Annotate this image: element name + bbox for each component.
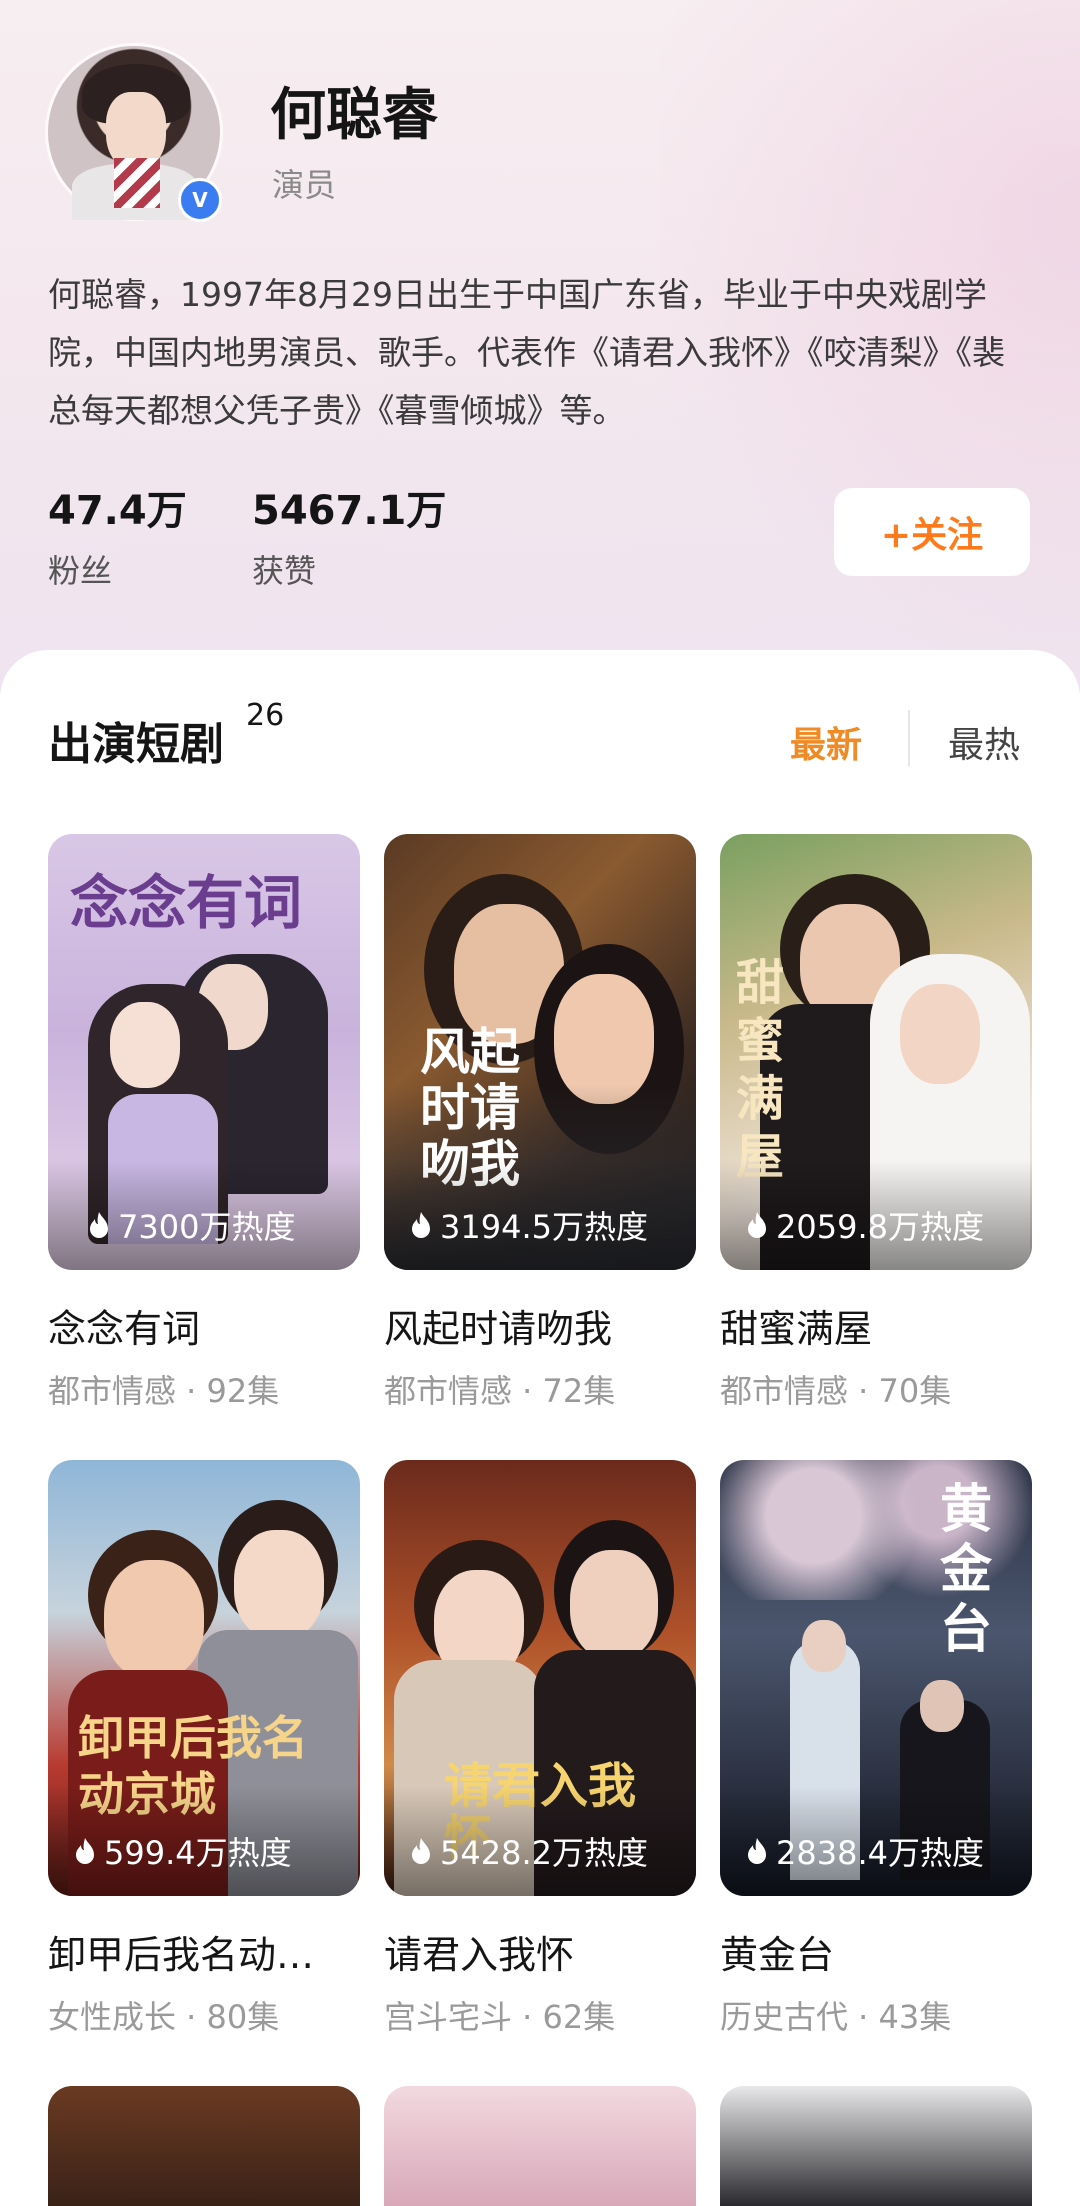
section-count: 26 [246, 698, 285, 733]
drama-poster[interactable]: 甜蜜满屋 2059.8万热度 [720, 834, 1032, 1270]
drama-title[interactable]: 甜蜜满屋 [720, 1298, 1032, 1353]
flame-icon [90, 1212, 108, 1238]
sort-tab-newest[interactable]: 最新 [790, 716, 862, 768]
likes-count: 5467.1万 [252, 488, 447, 534]
heat-row: 3194.5万热度 [410, 1202, 648, 1248]
heat-value: 2838.4万热度 [776, 1834, 984, 1872]
fans-label: 粉丝 [48, 552, 113, 590]
drama-poster-partial[interactable] [720, 2086, 1032, 2206]
heat-value: 599.4万热度 [104, 1834, 292, 1872]
sort-divider [908, 710, 910, 766]
heat-row: 2838.4万热度 [746, 1828, 984, 1874]
profile-role: 演员 [272, 166, 337, 204]
drama-card[interactable]: 卸甲后我名动京城 599.4万热度 卸甲后我名动… 女性成长 · 80集 [48, 1460, 360, 2036]
drama-meta: 历史古代 · 43集 [720, 1998, 952, 2036]
drama-meta: 都市情感 · 72集 [384, 1372, 616, 1410]
profile-bio: 何聪睿，1997年8月29日出生于中国广东省，毕业于中央戏剧学院，中国内地男演员… [48, 275, 1005, 430]
drama-poster[interactable]: 风起时请吻我 3194.5万热度 [384, 834, 696, 1270]
drama-card[interactable]: 黄金台 2838.4万热度 黄金台 历史古代 · 43集 [720, 1460, 1032, 2036]
profile-name: 何聪睿 [270, 83, 438, 148]
drama-poster[interactable]: 黄金台 2838.4万热度 [720, 1460, 1032, 1896]
flame-icon [748, 1838, 766, 1864]
follow-button[interactable]: +关注 [834, 488, 1030, 576]
drama-meta: 都市情感 · 92集 [48, 1372, 280, 1410]
section-title: 出演短剧 [48, 719, 224, 770]
drama-list-panel: 出演短剧 26 最新 最热 念念有词 7300万热度 念念有词 都市情感 · 9… [0, 650, 1080, 2206]
drama-meta: 宫斗宅斗 · 62集 [384, 1998, 616, 2036]
heat-value: 5428.2万热度 [440, 1834, 648, 1872]
drama-poster-partial[interactable] [384, 2086, 696, 2206]
flame-icon [748, 1212, 766, 1238]
poster-title-text: 黄金台 [940, 1479, 993, 1660]
likes-label: 获赞 [252, 552, 317, 590]
poster-title-text: 念念有词 [70, 869, 303, 937]
drama-title[interactable]: 卸甲后我名动… [48, 1924, 360, 1979]
sort-tab-hottest[interactable]: 最热 [948, 716, 1020, 768]
fans-count: 47.4万 [48, 488, 187, 534]
flame-icon [76, 1838, 94, 1864]
flame-icon [412, 1212, 430, 1238]
heat-value: 2059.8万热度 [776, 1208, 984, 1246]
drama-meta: 女性成长 · 80集 [48, 1998, 280, 2036]
heat-row: 599.4万热度 [74, 1828, 292, 1874]
heat-value: 3194.5万热度 [440, 1208, 648, 1246]
drama-poster-partial[interactable] [48, 2086, 360, 2206]
flame-icon [412, 1838, 430, 1864]
heat-row: 7300万热度 [88, 1202, 295, 1248]
drama-poster[interactable]: 念念有词 7300万热度 [48, 834, 360, 1270]
drama-title[interactable]: 风起时请吻我 [384, 1298, 696, 1353]
drama-title[interactable]: 黄金台 [720, 1924, 1032, 1979]
avatar-scarf [114, 158, 160, 208]
drama-card[interactable]: 风起时请吻我 3194.5万热度 风起时请吻我 都市情感 · 72集 [384, 834, 696, 1410]
drama-meta: 都市情感 · 70集 [720, 1372, 952, 1410]
drama-title[interactable]: 念念有词 [48, 1298, 360, 1353]
heat-value: 7300万热度 [118, 1208, 296, 1246]
verified-badge-icon: V [178, 178, 222, 222]
heat-row: 5428.2万热度 [410, 1828, 648, 1874]
drama-poster[interactable]: 请君入我怀 5428.2万热度 [384, 1460, 696, 1896]
drama-card[interactable]: 请君入我怀 5428.2万热度 请君入我怀 宫斗宅斗 · 62集 [384, 1460, 696, 2036]
drama-card[interactable]: 甜蜜满屋 2059.8万热度 甜蜜满屋 都市情感 · 70集 [720, 834, 1032, 1410]
drama-poster[interactable]: 卸甲后我名动京城 599.4万热度 [48, 1460, 360, 1896]
heat-row: 2059.8万热度 [746, 1202, 984, 1248]
poster-title-text: 甜蜜满屋 [736, 955, 785, 1185]
drama-title[interactable]: 请君入我怀 [384, 1924, 696, 1979]
drama-card[interactable]: 念念有词 7300万热度 念念有词 都市情感 · 92集 [48, 834, 360, 1410]
